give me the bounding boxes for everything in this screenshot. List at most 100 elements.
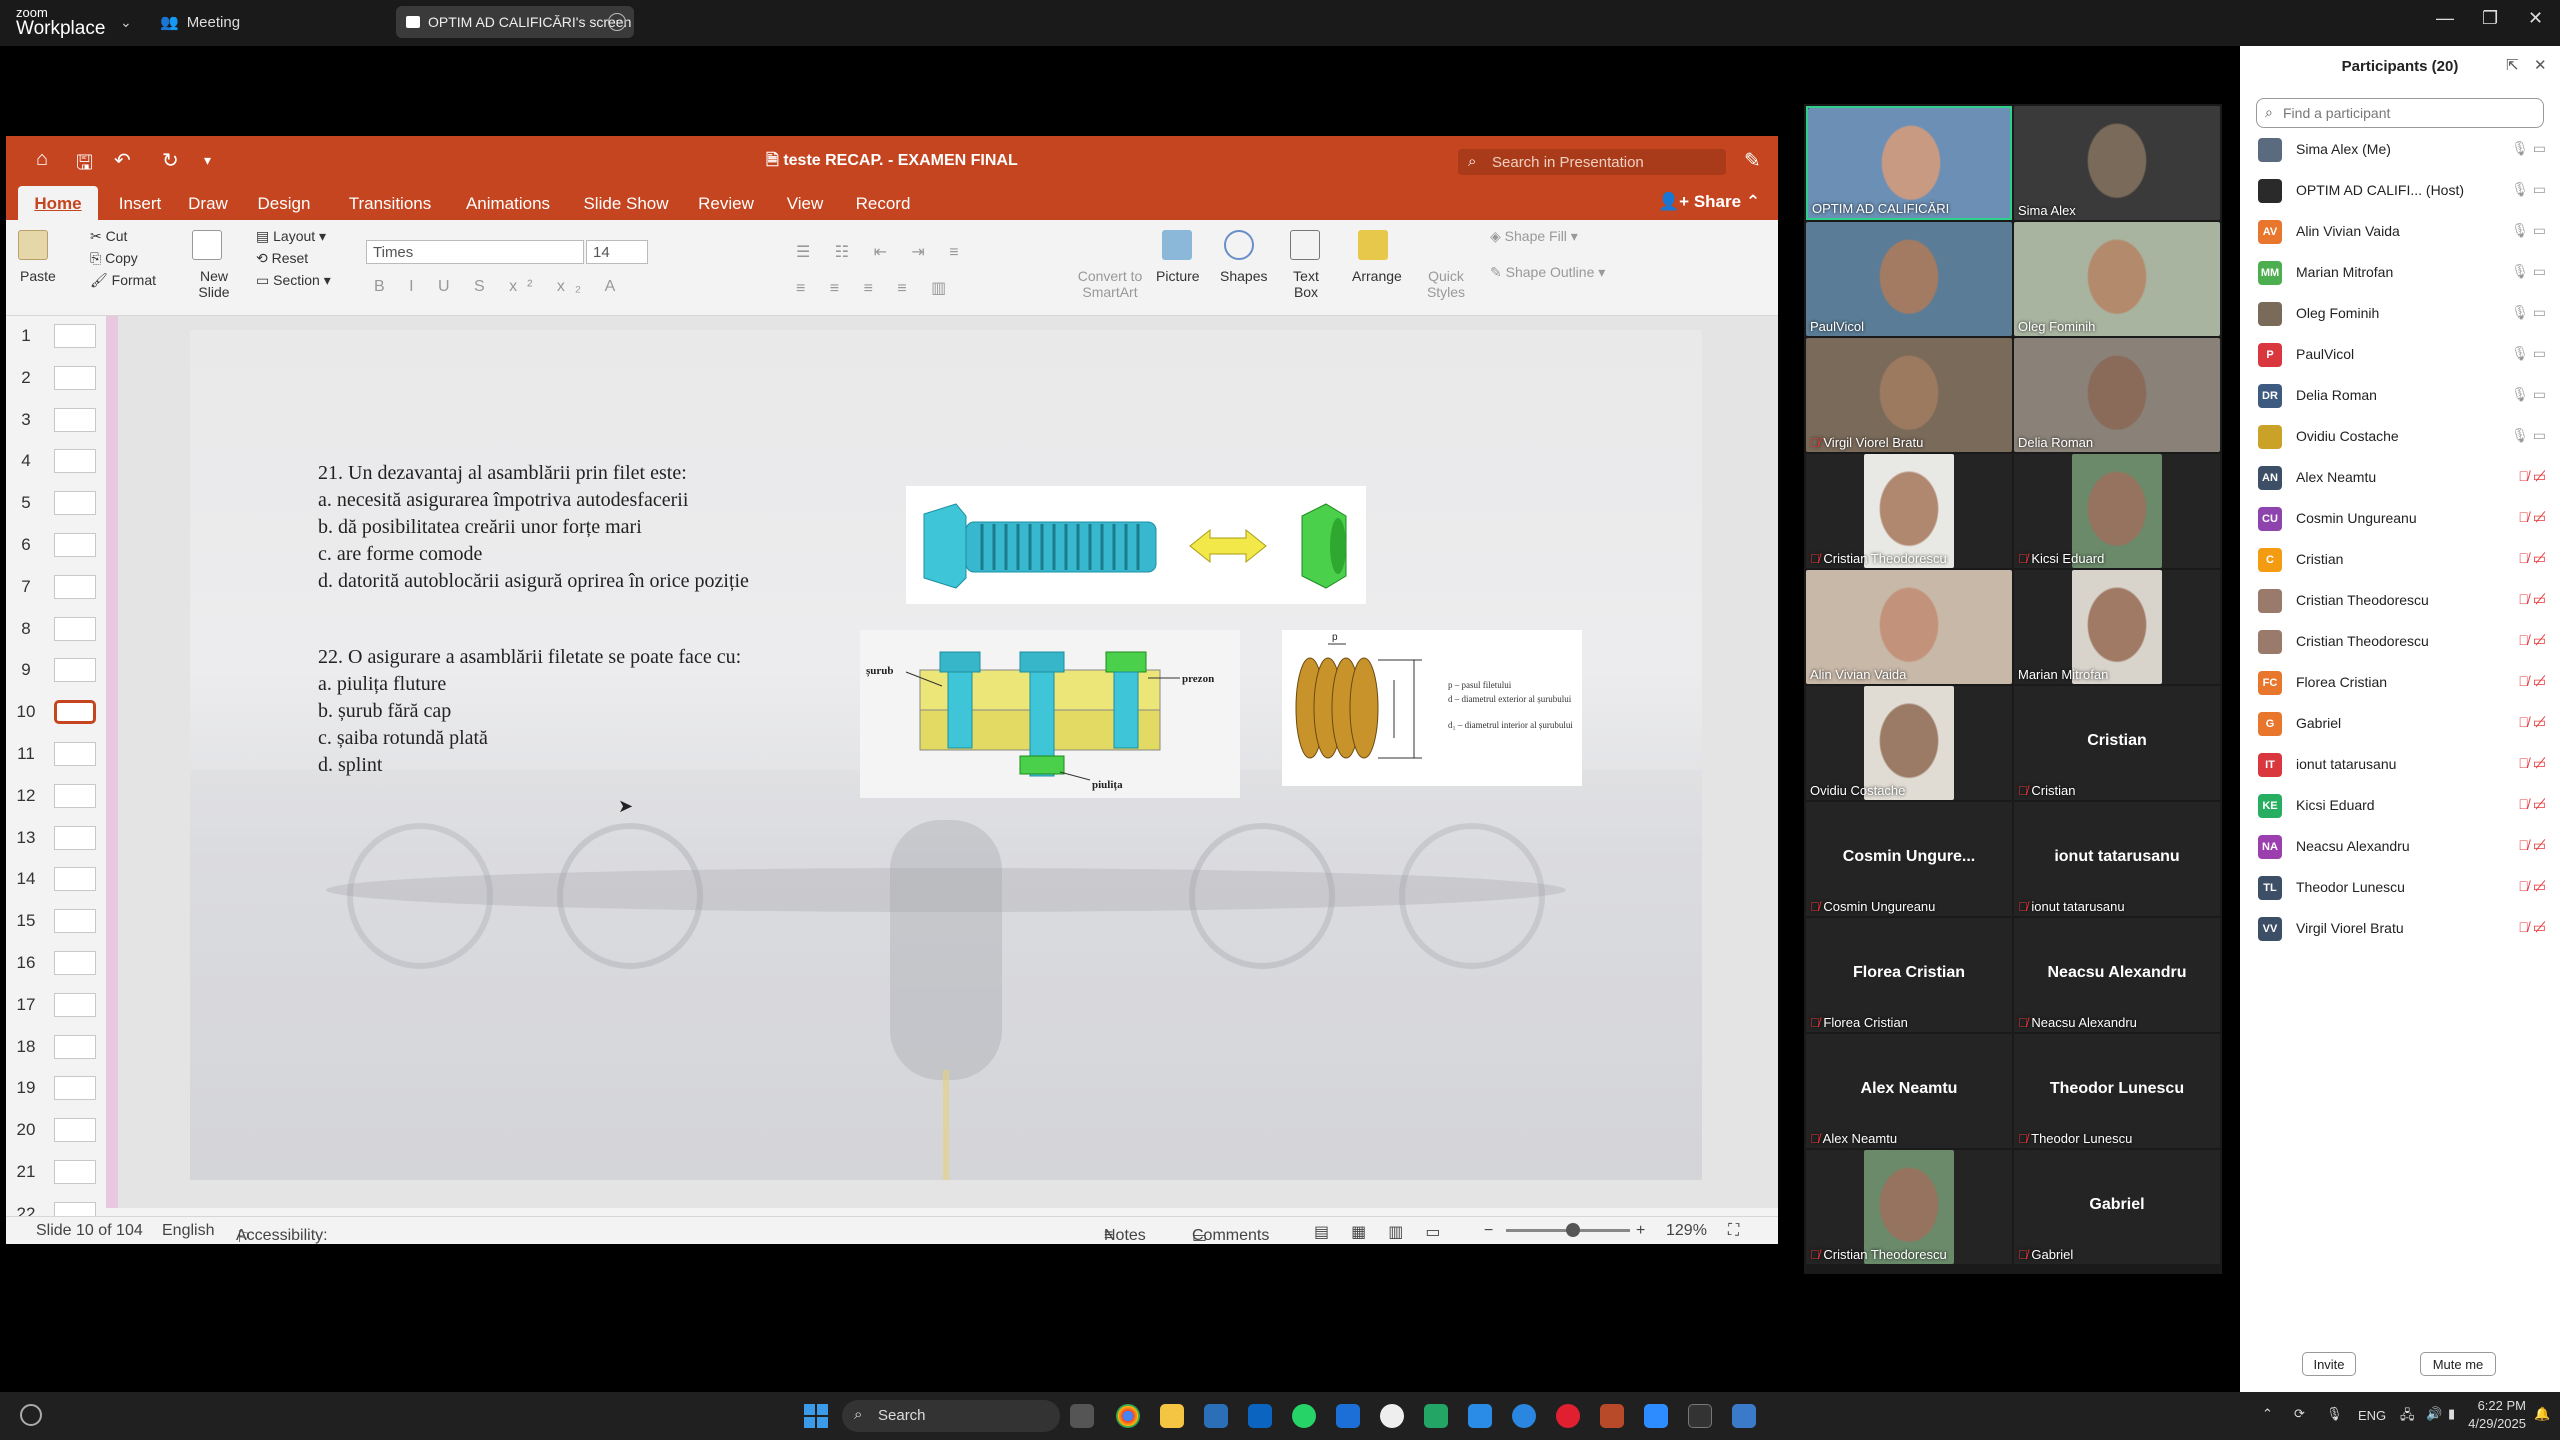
video-tile[interactable]: Florea Cristian 🎙̸ Florea Cristian bbox=[1806, 918, 2012, 1032]
participant-row[interactable]: G Gabriel 🎙̸ ▭̸ bbox=[2240, 704, 2560, 744]
zoom-in-button[interactable]: + bbox=[1636, 1222, 1645, 1240]
shape-fill-button[interactable]: ◈ Shape Fill ▾ bbox=[1490, 228, 1578, 245]
video-tile[interactable]: Alex Neamtu 🎙̸ Alex Neamtu bbox=[1806, 1034, 2012, 1148]
chevron-down-icon[interactable]: ⌄ bbox=[120, 14, 132, 31]
shapes-icon[interactable] bbox=[1224, 230, 1254, 260]
slide-thumbnail[interactable] bbox=[54, 324, 96, 348]
slide-thumbnail[interactable] bbox=[54, 658, 96, 683]
video-tile[interactable]: OPTIM AD CALIFICĂRI bbox=[1806, 106, 2012, 220]
slide-thumbnail[interactable] bbox=[54, 365, 96, 390]
video-tile[interactable]: Sima Alex bbox=[2014, 106, 2220, 220]
undo-icon[interactable]: ↶ bbox=[114, 148, 131, 173]
notification-bell-icon[interactable]: 🔔 bbox=[2534, 1406, 2550, 1422]
picture-button[interactable]: Picture bbox=[1156, 268, 1200, 284]
layout-button[interactable]: ▤ Layout ▾ bbox=[256, 228, 326, 245]
video-tile[interactable]: Neacsu Alexandru 🎙̸ Neacsu Alexandru bbox=[2014, 918, 2220, 1032]
tab-transitions[interactable]: Transitions bbox=[340, 186, 440, 220]
clock-date[interactable]: 4/29/2025 bbox=[2458, 1416, 2526, 1431]
video-tile[interactable]: Cristian 🎙̸ Cristian bbox=[2014, 686, 2220, 800]
participant-search-input[interactable]: ⌕ Find a participant bbox=[2256, 98, 2544, 128]
participant-row[interactable]: DR Delia Roman 🎙 ▭ bbox=[2240, 376, 2560, 416]
video-tile[interactable]: Marian Mitrofan bbox=[2014, 570, 2220, 684]
close-panel-icon[interactable]: ✕ bbox=[2534, 56, 2547, 74]
video-tile[interactable]: Cosmin Ungure... 🎙̸ Cosmin Ungureanu bbox=[1806, 802, 2012, 916]
tab-design[interactable]: Design bbox=[246, 186, 322, 220]
tab-review[interactable]: Review bbox=[692, 186, 760, 220]
fit-slide-icon[interactable]: ⛶ bbox=[1728, 1222, 1739, 1240]
picture-icon[interactable] bbox=[1162, 230, 1192, 260]
text-box-icon[interactable] bbox=[1290, 230, 1320, 260]
mute-me-button[interactable]: Mute me bbox=[2420, 1352, 2496, 1376]
trello-icon[interactable] bbox=[1336, 1404, 1360, 1428]
slide-thumbnail[interactable] bbox=[54, 1034, 96, 1059]
zoom-level[interactable]: 129% bbox=[1666, 1222, 1707, 1240]
cut-button[interactable]: ✂ Cut bbox=[90, 228, 127, 245]
video-tile[interactable]: PaulVicol bbox=[1806, 222, 2012, 336]
align-buttons[interactable]: ≡ ≡ ≡ ≡ ▥ bbox=[796, 278, 956, 298]
language-indicator[interactable]: ENG bbox=[2358, 1408, 2386, 1423]
participant-row[interactable]: Cristian Theodorescu 🎙̸ ▭̸ bbox=[2240, 581, 2560, 621]
shapes-button[interactable]: Shapes bbox=[1220, 268, 1267, 284]
tab-record[interactable]: Record bbox=[848, 186, 918, 220]
arrange-icon[interactable] bbox=[1358, 230, 1388, 260]
presenter-icon[interactable]: ✎ bbox=[1744, 148, 1761, 173]
home-icon[interactable]: ⌂ bbox=[36, 148, 48, 171]
participant-row[interactable]: Oleg Fominih 🎙 ▭ bbox=[2240, 294, 2560, 334]
shape-outline-button[interactable]: ✎ Shape Outline ▾ bbox=[1490, 264, 1605, 281]
language-indicator[interactable]: English bbox=[162, 1222, 214, 1240]
slide-thumbnail[interactable] bbox=[54, 574, 96, 599]
slide-thumbnail[interactable] bbox=[54, 449, 96, 474]
slide-thumbnail[interactable] bbox=[54, 491, 96, 516]
vscode-green-icon[interactable] bbox=[1424, 1404, 1448, 1428]
file-explorer-icon[interactable] bbox=[1160, 1404, 1184, 1428]
paste-button[interactable]: Paste bbox=[20, 268, 56, 284]
participant-row[interactable]: KE Kicsi Eduard 🎙̸ ▭̸ bbox=[2240, 786, 2560, 826]
redo-icon[interactable]: ↻ bbox=[162, 148, 179, 173]
powerpoint-icon[interactable] bbox=[1600, 1404, 1624, 1428]
close-button[interactable]: ✕ bbox=[2528, 8, 2543, 29]
customize-qat-icon[interactable]: ▾ bbox=[204, 152, 211, 169]
windows-start-icon[interactable] bbox=[804, 1404, 828, 1428]
video-tile[interactable]: 🎙̸ Kicsi Eduard bbox=[2014, 454, 2220, 568]
font-style-buttons[interactable]: B I U S x² x₂ A bbox=[374, 278, 625, 296]
media-icon[interactable] bbox=[1556, 1404, 1580, 1428]
format-painter-button[interactable]: 🖌 Format bbox=[90, 272, 156, 289]
tab-draw[interactable]: Draw bbox=[178, 186, 238, 220]
video-tile[interactable]: 🎙̸ Cristian Theodorescu bbox=[1806, 454, 2012, 568]
arrange-button[interactable]: Arrange bbox=[1352, 268, 1402, 284]
battery-icon[interactable]: ▮ bbox=[2448, 1406, 2455, 1422]
pop-out-icon[interactable]: ⇱ bbox=[2506, 56, 2519, 74]
more-icon[interactable]: ⋯ bbox=[608, 13, 626, 31]
list-buttons[interactable]: ☰ ☷ ⇤ ⇥ ≡ bbox=[796, 242, 969, 262]
taskbar-search[interactable]: ⌕ Search bbox=[842, 1400, 1060, 1432]
weather-icon[interactable] bbox=[20, 1404, 42, 1426]
outlook-icon[interactable] bbox=[1248, 1404, 1272, 1428]
participant-row[interactable]: NA Neacsu Alexandru 🎙̸ ▭̸ bbox=[2240, 827, 2560, 867]
tab-home[interactable]: Home bbox=[18, 186, 98, 220]
slide-thumbnail[interactable] bbox=[54, 407, 96, 432]
participant-row[interactable]: C Cristian 🎙̸ ▭̸ bbox=[2240, 540, 2560, 580]
video-tile[interactable]: Alin Vivian Vaida bbox=[1806, 570, 2012, 684]
participant-row[interactable]: P PaulVicol 🎙 ▭ bbox=[2240, 335, 2560, 375]
tab-slide-show[interactable]: Slide Show bbox=[576, 186, 676, 220]
participant-row[interactable]: IT ionut tatarusanu 🎙̸ ▭̸ bbox=[2240, 745, 2560, 785]
tab-insert[interactable]: Insert bbox=[106, 186, 174, 220]
slide-thumbnail[interactable] bbox=[54, 1160, 96, 1184]
network-icon[interactable]: 🖧 bbox=[2400, 1406, 2415, 1428]
participant-row[interactable]: AN Alex Neamtu 🎙̸ ▭̸ bbox=[2240, 458, 2560, 498]
slide-thumbnail[interactable] bbox=[54, 533, 96, 557]
terminal-icon[interactable] bbox=[1688, 1404, 1712, 1428]
meeting-menu[interactable]: 👥 Meeting bbox=[160, 13, 240, 31]
participant-row[interactable]: VV Virgil Viorel Bratu 🎙̸ ▭̸ bbox=[2240, 909, 2560, 949]
participant-row[interactable]: Sima Alex (Me) 🎙 ▭ bbox=[2240, 130, 2560, 170]
video-tile[interactable]: 🎙̸ Cristian Theodorescu bbox=[1806, 1150, 2012, 1264]
tray-chevron-icon[interactable]: ⌃ bbox=[2262, 1406, 2273, 1422]
tab-view[interactable]: View bbox=[778, 186, 832, 220]
chatgpt-icon[interactable] bbox=[1380, 1404, 1404, 1428]
zoom-slider-thumb[interactable] bbox=[1566, 1223, 1580, 1237]
chevron-up-icon[interactable]: ⌃ bbox=[1746, 192, 1760, 211]
participant-row[interactable]: OPTIM AD CALIFI... (Host) 🎙 ▭ bbox=[2240, 171, 2560, 211]
video-tile[interactable]: Delia Roman bbox=[2014, 338, 2220, 452]
view-buttons[interactable]: ▤▦▥▭ bbox=[1314, 1222, 1462, 1242]
video-tile[interactable]: 🎙̸ Virgil Viorel Bratu bbox=[1806, 338, 2012, 452]
